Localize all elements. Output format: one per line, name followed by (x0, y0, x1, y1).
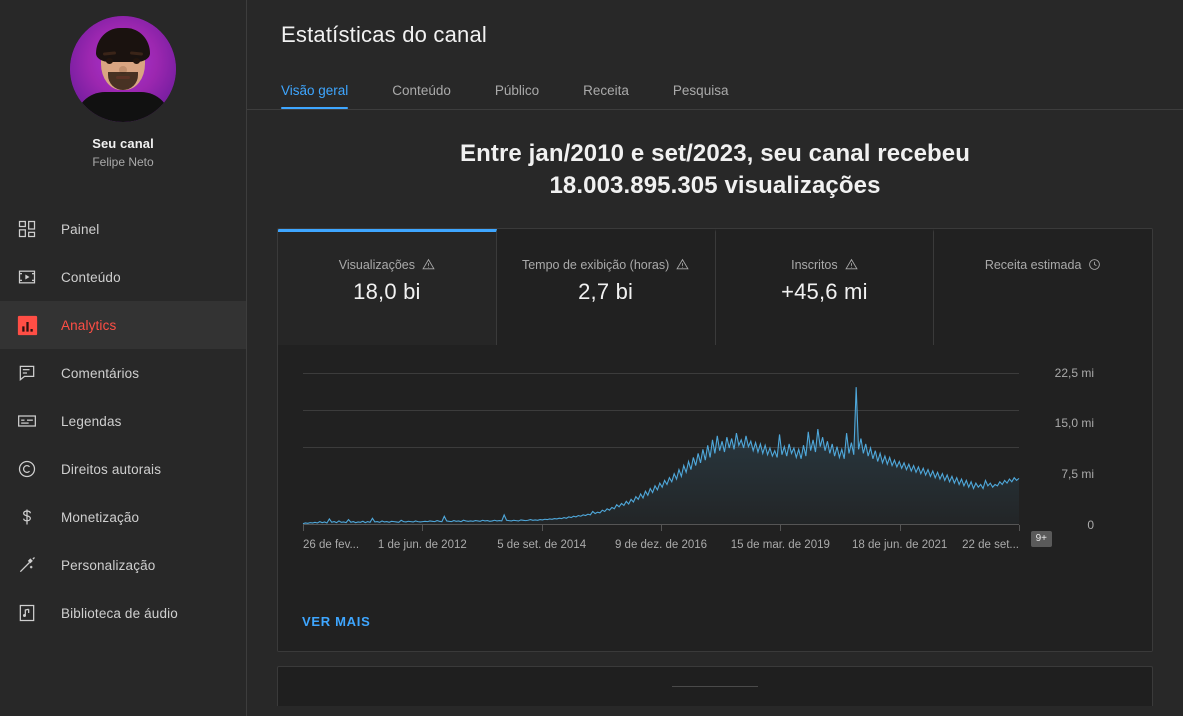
sidebar-item-personalizacao[interactable]: Personalização (0, 541, 246, 589)
headline-line-1: Entre jan/2010 e set/2023, seu canal rec… (459, 140, 971, 167)
sidebar-nav: Painel Conteúdo Analytics Comentários Le… (0, 205, 246, 637)
metric-value: 2,7 bi (578, 278, 634, 304)
channel-name: Felipe Neto (92, 155, 154, 169)
metric-header: Receita estimada (985, 258, 1102, 272)
tab-pesquisa[interactable]: Pesquisa (673, 83, 729, 109)
page-title: Estatísticas do canal (281, 22, 487, 47)
sidebar-item-label: Monetização (61, 509, 140, 525)
metric-label: Inscritos (791, 257, 838, 272)
warning-icon[interactable] (676, 258, 689, 271)
metric-card-tempo-de-exibicao[interactable]: Tempo de exibição (horas) 2,7 bi (496, 228, 716, 345)
channel-block: Seu canal Felipe Neto (0, 0, 246, 183)
metric-header: Inscritos (791, 258, 858, 272)
main-content: Estatísticas do canal Visão geral Conteú… (247, 0, 1183, 716)
metric-label: Tempo de exibição (horas) (521, 257, 670, 272)
metric-cards: Visualizações 18,0 bi Tempo de exibição … (278, 228, 1152, 345)
metric-value: +45,6 mi (781, 278, 868, 304)
chart-x-tick: 22 de set... (962, 538, 1019, 551)
overview-card: Visualizações 18,0 bi Tempo de exibição … (277, 227, 1153, 652)
youtube-studio-app: Seu canal Felipe Neto Painel Conteúdo An… (0, 0, 1183, 716)
chart-event-badge[interactable]: 9+ (1030, 530, 1052, 547)
chart-y-tick: 22,5 mi (1054, 365, 1094, 380)
sidebar-item-label: Biblioteca de áudio (61, 605, 178, 621)
see-more-link[interactable]: VER MAIS (302, 614, 370, 629)
chart-x-tick: 15 de mar. de 2019 (730, 538, 830, 551)
metric-card-visualizacoes[interactable]: Visualizações 18,0 bi (278, 228, 497, 345)
chart-x-tick-mark (780, 524, 782, 531)
sidebar-item-direitos-autorais[interactable]: Direitos autorais (0, 445, 246, 493)
chart-plot-area[interactable] (303, 372, 1019, 525)
avatar-eye-right (133, 58, 140, 64)
sidebar-item-label: Comentários (61, 365, 140, 381)
tab-visao-geral[interactable]: Visão geral (281, 83, 349, 109)
chart-x-tick: 9 de dez. de 2016 (614, 538, 708, 551)
chart-x-tick: 1 de jun. de 2012 (377, 538, 467, 551)
tab-receita[interactable]: Receita (583, 83, 629, 109)
chart-y-tick: 7,5 mi (1061, 467, 1094, 482)
metric-header: Tempo de exibição (horas) (522, 258, 689, 272)
chart-x-tick-mark (1019, 524, 1020, 531)
sidebar-item-label: Personalização (61, 557, 156, 573)
video-icon (15, 265, 39, 289)
sidebar-item-label: Legendas (61, 413, 122, 429)
chart-x-tick-mark (541, 524, 543, 531)
music-note-icon (15, 601, 39, 625)
chart-x-tick-mark (899, 524, 901, 531)
sidebar-item-painel[interactable]: Painel (0, 205, 246, 253)
views-chart: 22,5 mi 15,0 mi 7,5 mi 0 26 de fev... 1 de j… (278, 344, 1152, 595)
dollar-icon (15, 505, 39, 529)
metric-header: Visualizações (339, 258, 435, 272)
chart-y-tick: 0 (1087, 517, 1094, 532)
sidebar-item-legendas[interactable]: Legendas (0, 397, 246, 445)
chart-y-tick: 15,0 mi (1054, 416, 1094, 431)
avatar-mouth (116, 76, 130, 79)
avatar-eye-left (106, 58, 113, 64)
next-card-peek (277, 665, 1153, 706)
wand-icon (15, 553, 39, 577)
tab-publico[interactable]: Público (495, 83, 539, 109)
chart-x-tick-mark (422, 524, 424, 531)
copyright-icon (15, 457, 39, 481)
metric-label: Receita estimada (984, 257, 1082, 272)
dashboard-icon (15, 217, 39, 241)
sidebar-item-analytics[interactable]: Analytics (0, 301, 246, 349)
sidebar-item-label: Painel (61, 221, 100, 237)
sidebar-item-comentarios[interactable]: Comentários (0, 349, 246, 397)
channel-label: Seu canal (92, 136, 154, 151)
chart-series-path (303, 373, 1019, 525)
analytics-icon (15, 313, 39, 337)
sidebar: Seu canal Felipe Neto Painel Conteúdo An… (0, 0, 247, 716)
metric-value: 18,0 bi (353, 278, 421, 304)
comment-icon (15, 361, 39, 385)
chart-x-tick: 18 de jun. de 2021 (852, 538, 948, 551)
chart-x-tick-mark (661, 524, 662, 531)
warning-icon[interactable] (422, 258, 435, 271)
warning-icon[interactable] (844, 258, 858, 271)
metric-label: Visualizações (338, 257, 415, 272)
chart-x-tick: 26 de fev... (303, 538, 360, 551)
metric-card-receita-estimada[interactable]: Receita estimada (934, 228, 1152, 345)
metric-card-inscritos[interactable]: Inscritos +45,6 mi (715, 228, 935, 345)
chart-x-tick-mark (303, 524, 304, 531)
peek-divider (672, 685, 758, 687)
chart-x-tick: 5 de set. de 2014 (497, 538, 587, 551)
sidebar-item-monetizacao[interactable]: Monetização (0, 493, 246, 541)
sidebar-item-label: Conteúdo (61, 269, 121, 285)
overview-headline: Entre jan/2010 e set/2023, seu canal rec… (355, 138, 1075, 202)
sidebar-item-biblioteca-de-audio[interactable]: Biblioteca de áudio (0, 589, 246, 637)
chart-x-axis-labels: 26 de fev... 1 de jun. de 2012 5 de set. d… (303, 524, 1020, 555)
avatar[interactable] (70, 16, 176, 122)
sidebar-item-conteudo[interactable]: Conteúdo (0, 253, 246, 301)
analytics-tabs: Visão geral Conteúdo Público Receita Pes… (247, 70, 1183, 110)
sidebar-item-label: Analytics (61, 317, 117, 333)
headline-line-2: 18.003.895.305 visualizações (549, 171, 881, 199)
subtitles-icon (15, 409, 39, 433)
avatar-body (75, 92, 171, 122)
sidebar-item-label: Direitos autorais (61, 461, 162, 477)
see-more-row: VER MAIS (278, 594, 1152, 651)
clock-icon[interactable] (1088, 258, 1101, 271)
tab-conteudo[interactable]: Conteúdo (392, 83, 451, 109)
